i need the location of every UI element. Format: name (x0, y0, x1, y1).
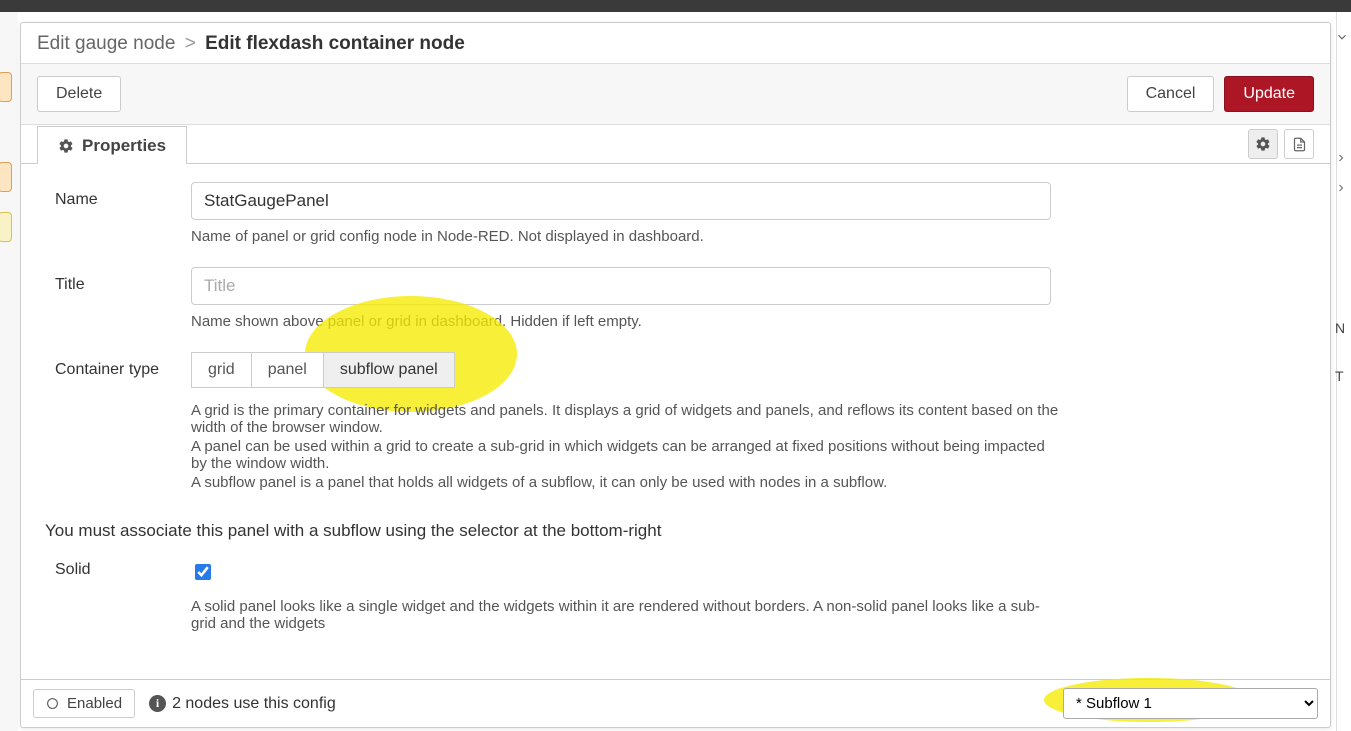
name-input[interactable] (191, 182, 1051, 220)
name-label: Name (55, 182, 191, 209)
sidebar-letter: T (1335, 368, 1351, 394)
container-type-group: grid panel subflow panel (191, 352, 455, 388)
tab-properties-label: Properties (82, 136, 166, 156)
enabled-label: Enabled (67, 695, 122, 712)
solid-help: A solid panel looks like a single widget… (191, 598, 1061, 632)
panel-expand-icon[interactable] (1335, 152, 1351, 178)
delete-button[interactable]: Delete (37, 76, 121, 112)
config-usage: i 2 nodes use this config (149, 695, 336, 713)
enabled-toggle[interactable]: Enabled (33, 689, 135, 718)
tab-properties[interactable]: Properties (37, 126, 187, 164)
container-type-subflow-panel[interactable]: subflow panel (324, 352, 455, 388)
chevron-down-icon[interactable] (1335, 30, 1351, 56)
circle-icon (46, 697, 59, 710)
dialog-actions: Delete Cancel Update (21, 64, 1330, 125)
title-help: Name shown above panel or grid in dashbo… (191, 313, 1061, 330)
breadcrumb-current: Edit flexdash container node (205, 33, 465, 54)
title-input[interactable] (191, 267, 1051, 305)
container-type-label: Container type (55, 352, 191, 379)
gear-icon (58, 138, 74, 154)
breadcrumb: Edit gauge node > Edit flexdash containe… (37, 33, 1314, 55)
left-background (0, 12, 18, 731)
config-usage-text: 2 nodes use this config (172, 695, 336, 713)
scope-select[interactable]: * Subflow 1 (1063, 688, 1318, 719)
breadcrumb-separator: > (181, 33, 200, 54)
right-sidebar: N T (1336, 12, 1351, 731)
container-help-panel: A panel can be used within a grid to cre… (191, 438, 1061, 472)
solid-label: Solid (55, 561, 191, 579)
sidebar-letter: N (1335, 320, 1351, 346)
edit-dialog: Edit gauge node > Edit flexdash containe… (20, 22, 1331, 728)
update-button[interactable]: Update (1224, 76, 1314, 112)
dialog-header: Edit gauge node > Edit flexdash containe… (21, 23, 1330, 64)
solid-checkbox[interactable] (195, 564, 211, 580)
info-icon: i (149, 695, 166, 712)
properties-form: Name Name of panel or grid config node i… (21, 164, 1330, 679)
container-type-panel[interactable]: panel (252, 352, 324, 388)
cancel-button[interactable]: Cancel (1127, 76, 1215, 112)
node-settings-icon[interactable] (1248, 129, 1278, 159)
node-docs-icon[interactable] (1284, 129, 1314, 159)
name-help: Name of panel or grid config node in Nod… (191, 228, 1061, 245)
container-help-grid: A grid is the primary container for widg… (191, 402, 1061, 436)
breadcrumb-parent[interactable]: Edit gauge node (37, 33, 175, 54)
tabs-row: Properties (21, 125, 1330, 164)
panel-expand-icon[interactable] (1335, 182, 1351, 208)
container-type-grid[interactable]: grid (191, 352, 252, 388)
dialog-footer: Enabled i 2 nodes use this config * Subf… (21, 679, 1330, 727)
title-label: Title (55, 267, 191, 294)
associate-notice: You must associate this panel with a sub… (45, 521, 1310, 541)
container-help-subflow: A subflow panel is a panel that holds al… (191, 474, 1061, 491)
window-toolbar (0, 0, 1351, 12)
